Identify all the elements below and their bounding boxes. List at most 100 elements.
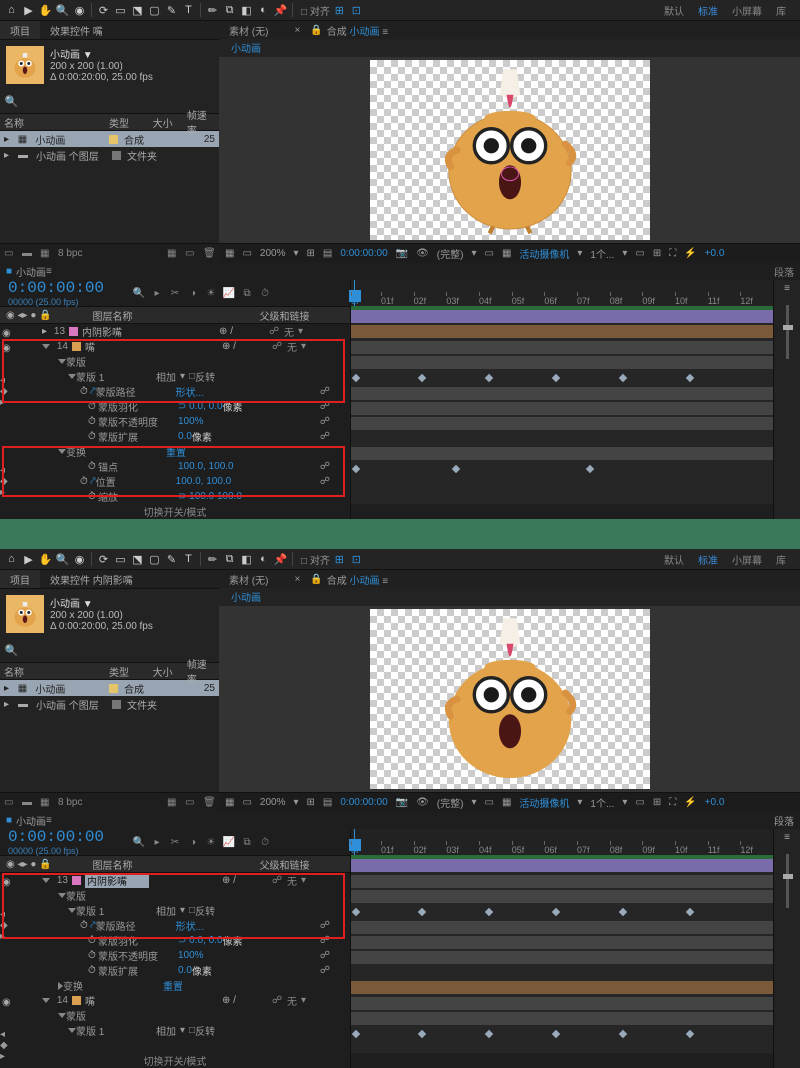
new-bin-icon[interactable]: ▬ <box>22 248 34 259</box>
views-dropdown[interactable]: 1个... <box>590 246 614 261</box>
main-toolbar-2: ⌂▶✋🔍◉⟳▭⬔▢✎T✏⧉◧◐📌 □ 对齐⊞⊡ 默认标准小屏幕库 <box>0 549 800 570</box>
right-strip: ≡ <box>773 280 800 519</box>
project-panel-2: 项目效果控件 内阴影嘴 小动画 ▼200 x 200 (1.00)Δ 0:00:… <box>0 570 219 811</box>
prop-mask-feather[interactable]: ⏱ 蒙版羽化⊃ 0.0, 0.0 像素☍ <box>0 399 350 414</box>
zoom-tool-icon[interactable]: 🔍 <box>55 3 70 18</box>
effect-controls-tab[interactable]: 效果控件 嘴 <box>40 21 113 39</box>
exposure-value[interactable]: +0.0 <box>705 248 725 259</box>
snap-edge-icon[interactable]: ⊞ <box>332 3 347 18</box>
graph-editor-icon[interactable]: 📈 <box>222 288 236 299</box>
workspace-standard[interactable]: 标准 <box>698 3 718 18</box>
motion-blur-icon[interactable]: ☀ <box>204 288 218 299</box>
trash-icon[interactable]: 🗑 <box>203 248 215 259</box>
pan-behind-icon[interactable]: ⬔ <box>130 3 145 18</box>
rotate-tool-icon[interactable]: ⟳ <box>96 3 111 18</box>
draft-3d-icon[interactable]: ⧉ <box>240 288 254 299</box>
col-fps[interactable]: 帧速率 <box>187 107 215 137</box>
eraser-tool-icon[interactable]: ◧ <box>239 3 254 18</box>
workspace-library[interactable]: 库 <box>776 3 786 18</box>
snap-center-icon[interactable]: ⊡ <box>349 3 364 18</box>
time-ruler[interactable]: 0f 01f02f 03f04f 05f06f 07f08f 09f10f 11… <box>351 280 773 309</box>
shape-tool-icon[interactable]: ▢ <box>147 3 162 18</box>
project-item-folder[interactable]: ▸▬ 小动画 个图层 文件夹 <box>0 147 219 163</box>
switch-modes[interactable]: 切换开关/模式 <box>0 504 350 519</box>
timecode[interactable]: 0:00:00:00 <box>0 279 112 297</box>
select-tool-icon[interactable]: ▶ <box>21 3 36 18</box>
lock-icon[interactable]: 🔒 <box>310 25 322 36</box>
mask-1[interactable]: 蒙版 1相加 ▾ □ 反转 <box>0 369 350 384</box>
hand-tool-icon[interactable]: ✋ <box>38 3 53 18</box>
timeline-panel: ■小动画 ≡ 段落 0:00:00:00 00000 (25.00 fps) 🔍… <box>0 262 800 519</box>
prop-mask-expand[interactable]: ⏱ 蒙版扩展0.0 像素☍ <box>0 429 350 444</box>
bpc-icon[interactable]: ▦ <box>40 248 52 259</box>
puppet-tool-icon[interactable]: 📌 <box>273 3 288 18</box>
layer-row-14-b[interactable]: ◉14嘴⊕ / ☍无 ▾ <box>0 993 350 1008</box>
composition-viewer: 素材 (无) × 🔒 合成 小动画 ≡ 小动画 <box>219 21 800 262</box>
viewer-tab-footage[interactable]: 素材 (无) <box>219 21 278 40</box>
resolution-dropdown[interactable]: (完整) <box>437 246 464 261</box>
brush-tool-icon[interactable]: ✏ <box>205 3 220 18</box>
prop-mask-opacity[interactable]: ⏱ 蒙版不透明度100%☍ <box>0 414 350 429</box>
home-icon[interactable]: ⌂ <box>4 552 19 567</box>
snapshot-icon[interactable]: 📷 <box>396 248 408 259</box>
prop-mask-path[interactable]: ◂ ◆ ▸⏱⤤ 蒙版路径形状...☍ <box>0 384 350 399</box>
label-color-icon <box>95 118 103 127</box>
group-transform[interactable]: 变换重置 <box>0 444 350 459</box>
pen-tool-icon[interactable]: ✎ <box>164 3 179 18</box>
col-size[interactable]: 大小 <box>153 115 181 130</box>
viewer-subtab[interactable]: 小动画 <box>225 38 267 58</box>
camera-tool-icon[interactable]: ▭ <box>113 3 128 18</box>
layer-row-13-selected[interactable]: ◉13⊕ / ☍无 ▾ <box>0 873 350 888</box>
col-name[interactable]: 名称 <box>4 115 89 130</box>
transparency-icon[interactable]: ▦ <box>502 248 511 259</box>
paragraph-tab[interactable]: 段落 <box>774 264 794 279</box>
pixel-aspect-icon[interactable]: ▭ <box>635 248 644 259</box>
zoom-slider[interactable] <box>774 301 800 365</box>
prop-anchor[interactable]: ⏱ 锚点100.0, 100.0☍ <box>0 459 350 474</box>
col-parent[interactable]: 父级和链接 <box>260 312 310 323</box>
project-tab[interactable]: 项目 <box>0 21 40 39</box>
camera-dropdown[interactable]: 活动摄像机 <box>519 246 569 261</box>
text-tool-icon[interactable]: T <box>181 3 196 18</box>
roto-tool-icon[interactable]: ◐ <box>256 3 271 18</box>
zoom-value[interactable]: 200% <box>260 248 286 259</box>
orbit-tool-icon[interactable]: ◉ <box>72 3 87 18</box>
layer-row-14[interactable]: ◉14嘴⊕ / ☍无 ▾ <box>0 339 350 354</box>
grid-options-icon[interactable]: ⊞ <box>307 248 315 259</box>
grid-icon[interactable]: ▦ <box>225 248 234 259</box>
layer-name-input[interactable] <box>85 874 149 888</box>
bpc-label[interactable]: 8 bpc <box>58 248 82 259</box>
frame-blend-icon[interactable]: ◑ <box>186 288 200 299</box>
prop-position[interactable]: ◂ ◆ ▸⏱⤤ 位置100.0, 100.0☍ <box>0 474 350 489</box>
col-layer-name[interactable]: 图层名称 <box>92 312 132 323</box>
workspace-small[interactable]: 小屏幕 <box>732 3 762 18</box>
guides-icon[interactable]: ▤ <box>323 248 332 259</box>
comp-name[interactable]: 小动画 ▼ <box>50 46 153 61</box>
timeline-tab[interactable]: 小动画 <box>16 264 46 279</box>
search-layer-icon[interactable]: 🔍 <box>132 288 146 299</box>
character-artwork <box>425 65 595 235</box>
clone-tool-icon[interactable]: ⧉ <box>222 3 237 18</box>
search-icon[interactable]: 🔍 <box>4 94 19 109</box>
mask-toggle-icon[interactable]: ▭ <box>242 248 251 259</box>
time-display[interactable]: 0:00:00:00 <box>340 248 387 259</box>
timeline-grid[interactable] <box>351 309 773 504</box>
viewer-tab-comp[interactable]: 合成 小动画 ≡ <box>327 23 388 38</box>
interpret-icon[interactable]: ▭ <box>4 248 16 259</box>
show-snapshot-icon[interactable]: 👁 <box>416 248 429 259</box>
render-time-icon[interactable]: ⏱ <box>258 288 272 299</box>
col-type[interactable]: 类型 <box>109 115 147 130</box>
new-folder-icon[interactable]: ▭ <box>185 248 197 259</box>
prop-scale[interactable]: ⏱ 缩放⊃ 100.0 100.0 <box>0 489 350 504</box>
group-masks[interactable]: 蒙版 <box>0 354 350 369</box>
home-icon[interactable]: ⌂ <box>4 3 19 18</box>
shy-icon[interactable]: ✂ <box>168 288 182 299</box>
new-comp-icon[interactable]: ▦ <box>167 248 179 259</box>
snap-toggle[interactable]: □ 对齐 <box>301 3 330 18</box>
roi-icon[interactable]: ▭ <box>484 248 493 259</box>
workspace-default[interactable]: 默认 <box>664 3 684 18</box>
layer-row-13[interactable]: ◉▸13内阴影嘴⊕ / ☍无 ▾ <box>0 324 350 339</box>
canvas-checker[interactable] <box>370 60 650 240</box>
comp-mini-icon[interactable]: ▸ <box>150 288 164 299</box>
timeline-panel-2: ■小动画 ≡段落 0:00:00:0000000 (25.00 fps) 🔍▸✂… <box>0 811 800 1068</box>
